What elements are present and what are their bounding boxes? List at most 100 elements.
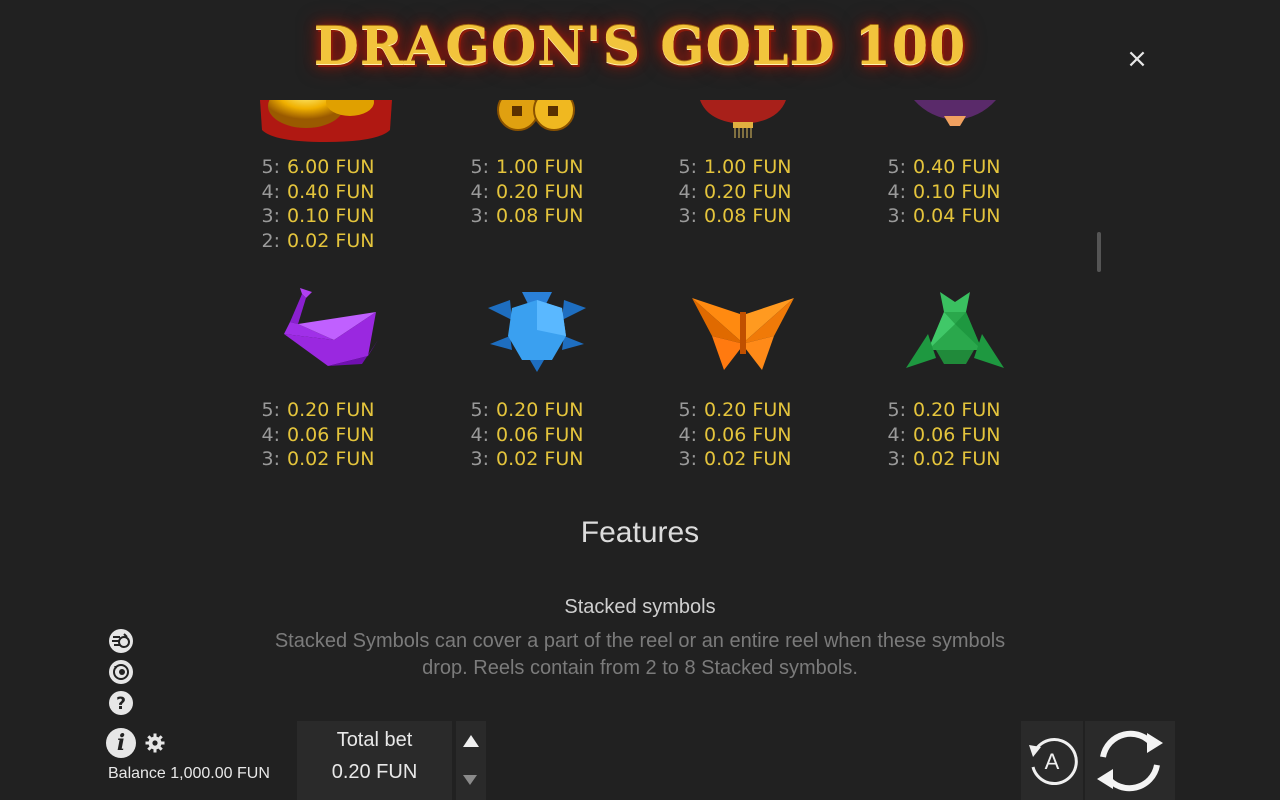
info-icon[interactable]: i xyxy=(106,728,136,758)
pay-count: 3: xyxy=(470,205,490,227)
pay-value: 0.02 FUN xyxy=(287,448,375,470)
pay-count: 4: xyxy=(887,180,907,203)
pay-row: 5: 0.20 FUN xyxy=(467,398,617,423)
pay-value: 0.02 FUN xyxy=(287,229,375,252)
pay-value: 0.20 FUN xyxy=(913,399,1001,421)
paytable-origami-turtle: 5: 0.20 FUN 4: 0.06 FUN 3: 0.02 FUN xyxy=(467,398,617,472)
pay-value: 0.20 FUN xyxy=(287,399,375,421)
pay-row: 3: 0.02 FUN xyxy=(675,447,825,472)
gold-coins-symbol xyxy=(488,100,584,146)
paytable-origami-frog: 5: 0.20 FUN 4: 0.06 FUN 3: 0.02 FUN xyxy=(884,398,1034,472)
pay-row: 3: 0.04 FUN xyxy=(884,204,1034,229)
pay-value: 0.02 FUN xyxy=(913,448,1001,470)
close-icon[interactable]: × xyxy=(1124,46,1150,72)
quick-spin-icon[interactable] xyxy=(108,628,134,654)
pay-count: 4: xyxy=(261,423,281,446)
pay-count: 3: xyxy=(887,205,907,227)
pay-row: 5: 0.40 FUN xyxy=(884,155,1034,180)
pay-row: 3: 0.02 FUN xyxy=(258,447,408,472)
pay-row: 4: 0.10 FUN xyxy=(884,180,1034,205)
pay-count: 3: xyxy=(261,205,281,227)
pay-row: 4: 0.40 FUN xyxy=(258,180,408,205)
red-lantern-symbol xyxy=(698,100,788,146)
purple-lantern-symbol xyxy=(910,100,1000,146)
game-logo: DRAGON'S GOLD 100 xyxy=(313,16,967,77)
pay-value: 0.08 FUN xyxy=(704,205,792,227)
pay-count: 5: xyxy=(678,399,698,421)
pay-row: 4: 0.06 FUN xyxy=(467,423,617,448)
header: DRAGON'S GOLD 100 × xyxy=(0,0,1280,100)
pay-count: 5: xyxy=(261,399,281,421)
paytable-gold-ingot: 5: 6.00 FUN 4: 0.40 FUN 3: 0.10 FUN 2: 0… xyxy=(258,155,408,253)
pay-value: 0.06 FUN xyxy=(496,423,584,446)
bet-decrease-icon[interactable] xyxy=(463,775,477,785)
autoplay-icon: A xyxy=(1029,738,1078,785)
pay-row: 5: 0.20 FUN xyxy=(675,398,825,423)
pay-value: 0.20 FUN xyxy=(704,399,792,421)
help-icon[interactable]: ? xyxy=(108,690,134,716)
autoplay-settings-icon[interactable] xyxy=(108,659,134,685)
pay-value: 0.10 FUN xyxy=(913,180,1001,203)
pay-count: 5: xyxy=(261,156,281,178)
pay-count: 4: xyxy=(470,423,490,446)
pay-row: 2: 0.02 FUN xyxy=(258,229,408,254)
origami-butterfly-symbol xyxy=(688,284,798,374)
scrollbar-thumb[interactable] xyxy=(1097,232,1101,272)
pay-count: 3: xyxy=(678,205,698,227)
pay-value: 0.06 FUN xyxy=(287,423,375,446)
pay-count: 5: xyxy=(887,399,907,421)
autoplay-label: A xyxy=(1045,749,1060,774)
origami-swan-symbol xyxy=(272,284,382,374)
pay-count: 3: xyxy=(678,448,698,470)
pay-row: 3: 0.10 FUN xyxy=(258,204,408,229)
spin-button[interactable] xyxy=(1085,721,1175,800)
features-heading: Features xyxy=(580,516,700,549)
gear-icon[interactable] xyxy=(144,732,166,754)
total-bet-panel: Total bet 0.20 FUN xyxy=(297,721,452,800)
pay-count: 4: xyxy=(678,423,698,446)
pay-row: 4: 0.06 FUN xyxy=(884,423,1034,448)
pay-value: 1.00 FUN xyxy=(704,156,792,178)
side-toolbar: ? xyxy=(108,628,134,721)
pay-count: 4: xyxy=(470,180,490,203)
pay-value: 0.02 FUN xyxy=(704,448,792,470)
pay-count: 5: xyxy=(470,399,490,421)
pay-count: 5: xyxy=(678,156,698,178)
pay-row: 4: 0.20 FUN xyxy=(675,180,825,205)
pay-value: 0.10 FUN xyxy=(287,205,375,227)
pay-row: 3: 0.02 FUN xyxy=(884,447,1034,472)
pay-count: 5: xyxy=(470,156,490,178)
pay-count: 3: xyxy=(261,448,281,470)
pay-value: 0.20 FUN xyxy=(496,180,584,203)
pay-row: 3: 0.08 FUN xyxy=(675,204,825,229)
pay-count: 4: xyxy=(261,180,281,203)
stacked-symbols-description: Stacked Symbols can cover a part of the … xyxy=(274,630,1006,679)
paytable-origami-butterfly: 5: 0.20 FUN 4: 0.06 FUN 3: 0.02 FUN xyxy=(675,398,825,472)
total-bet-value: 0.20 FUN xyxy=(331,761,418,783)
pay-row: 5: 0.20 FUN xyxy=(884,398,1034,423)
pay-row: 3: 0.02 FUN xyxy=(467,447,617,472)
paytable-gold-coins: 5: 1.00 FUN 4: 0.20 FUN 3: 0.08 FUN xyxy=(467,155,617,229)
paytable-origami-swan: 5: 0.20 FUN 4: 0.06 FUN 3: 0.02 FUN xyxy=(258,398,408,472)
pay-count: 3: xyxy=(887,448,907,470)
autoplay-button[interactable]: A xyxy=(1021,721,1083,800)
pay-value: 0.02 FUN xyxy=(496,448,584,470)
pay-row: 5: 1.00 FUN xyxy=(467,155,617,180)
pay-row: 5: 0.20 FUN xyxy=(258,398,408,423)
bet-stepper xyxy=(456,721,486,800)
origami-frog-symbol xyxy=(900,284,1010,374)
pay-value: 0.06 FUN xyxy=(913,423,1001,446)
bet-increase-icon[interactable] xyxy=(463,735,479,747)
pay-row: 4: 0.06 FUN xyxy=(258,423,408,448)
pay-count: 5: xyxy=(887,156,907,178)
origami-turtle-symbol xyxy=(482,284,592,374)
pay-value: 1.00 FUN xyxy=(496,156,584,178)
pay-row: 4: 0.06 FUN xyxy=(675,423,825,448)
pay-value: 0.04 FUN xyxy=(913,205,1001,227)
paytable-red-lantern: 5: 1.00 FUN 4: 0.20 FUN 3: 0.08 FUN xyxy=(675,155,825,229)
pay-value: 0.40 FUN xyxy=(913,156,1001,178)
total-bet-label: Total bet xyxy=(336,729,413,751)
pay-value: 6.00 FUN xyxy=(287,156,375,178)
gold-ingot-symbol xyxy=(258,100,394,146)
pay-count: 4: xyxy=(678,180,698,203)
